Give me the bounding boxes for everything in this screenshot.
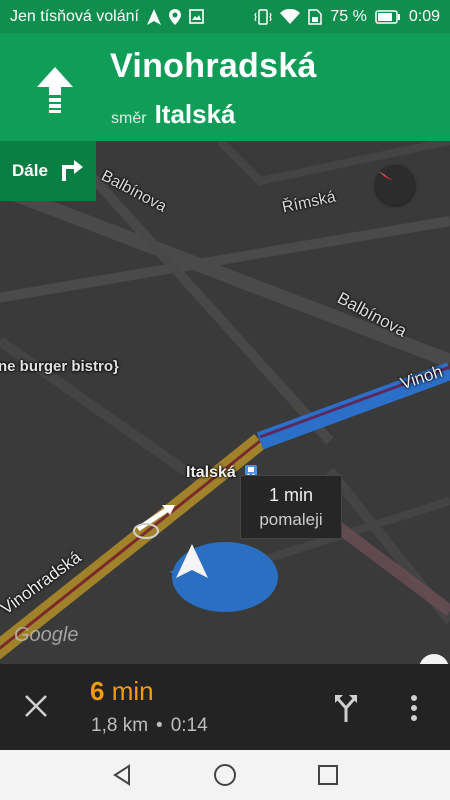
home-button[interactable] xyxy=(209,759,241,791)
back-triangle-icon xyxy=(112,764,130,786)
navigation-header[interactable]: Vinohradská směr Italská xyxy=(0,33,450,141)
turn-right-arrow-icon xyxy=(58,157,84,186)
eta-unit: min xyxy=(111,676,154,706)
status-bar: Jen tísňová volání 75 % 0:09 xyxy=(0,0,450,33)
traffic-delay-callout[interactable]: 1 min pomaleji xyxy=(240,475,342,539)
current-street: Vinohradská xyxy=(110,47,317,85)
battery-percent: 75 % xyxy=(330,7,367,25)
traffic-delay-time: 1 min xyxy=(268,484,313,505)
more-options-button[interactable] xyxy=(396,686,432,730)
recents-square-icon xyxy=(318,765,339,785)
arrival-time: 0:14 xyxy=(170,715,208,736)
close-navigation-button[interactable] xyxy=(16,686,56,726)
wifi-icon xyxy=(280,9,301,24)
navigation-arrow-icon xyxy=(146,8,161,25)
home-circle-icon xyxy=(213,764,236,786)
system-navigation-bar xyxy=(0,750,450,800)
trip-details: 1,8 km • 0:14 xyxy=(91,715,208,737)
traffic-delay-label: pomaleji xyxy=(259,509,323,529)
vibrate-icon xyxy=(254,8,273,25)
eta-number: 6 xyxy=(90,676,105,706)
alternate-routes-button[interactable] xyxy=(328,688,364,728)
more-vert-icon xyxy=(411,695,417,721)
next-turn-label: Dále xyxy=(12,161,48,180)
carrier-text: Jen tísňová volání xyxy=(10,7,139,25)
sim-icon xyxy=(308,8,323,25)
battery-icon xyxy=(375,9,401,24)
trip-summary-panel: 6 min 1,8 km • 0:14 xyxy=(0,664,450,750)
direction-street: Italská xyxy=(154,99,236,129)
image-icon xyxy=(189,9,204,24)
route-fork-icon xyxy=(335,695,357,722)
google-logo: Google xyxy=(14,624,79,646)
next-turn-chip[interactable]: Dále xyxy=(0,141,96,201)
direction-prefix: směr xyxy=(111,110,147,127)
straight-arrow-icon xyxy=(34,65,76,113)
trip-distance: 1,8 km xyxy=(91,715,149,736)
direction-row: směr Italská xyxy=(111,99,236,130)
poi-label-burger-bistro: ne burger bistro} xyxy=(0,358,119,375)
close-icon xyxy=(25,695,47,717)
trip-separator: • xyxy=(156,715,163,736)
compass-icon xyxy=(378,171,394,181)
compass-button[interactable] xyxy=(375,165,415,205)
location-pin-icon xyxy=(168,8,181,25)
recents-button[interactable] xyxy=(312,759,344,791)
eta-duration[interactable]: 6 min xyxy=(90,676,154,707)
back-button[interactable] xyxy=(106,759,138,791)
clock: 0:09 xyxy=(408,7,440,25)
map-view[interactable]: Balbínova Římská Balbínova ne burger bis… xyxy=(0,141,450,664)
current-location-puck xyxy=(172,542,278,612)
navigation-chevron-icon xyxy=(176,544,208,578)
street-label-italska: Italská xyxy=(186,464,236,481)
